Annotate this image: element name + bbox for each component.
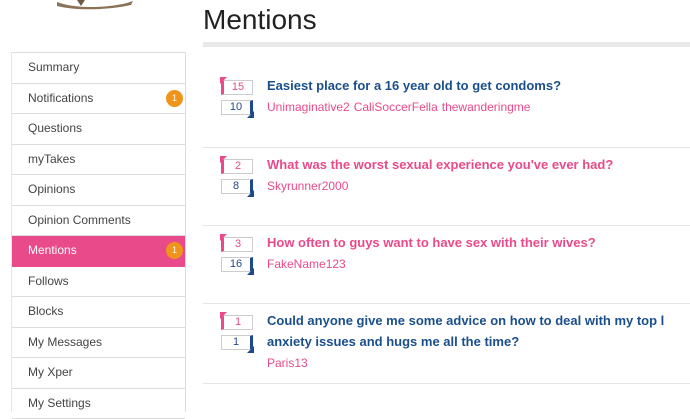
user-link[interactable]: FakeName123 (267, 257, 346, 271)
sidebar-item-label: Questions (28, 121, 82, 135)
mention-item: 15 10 Easiest place for a 16 year old to g… (203, 68, 690, 148)
sidebar-item-my-settings[interactable]: My Settings (12, 389, 185, 419)
mentioned-users: Skyrunner2000 (267, 179, 352, 193)
mentioned-users: Unimaginative2 CaliSoccerFella thewanderin… (267, 100, 534, 114)
sidebar-item-label: My Messages (28, 335, 102, 349)
sidebar-item-mentions[interactable]: Mentions 1 (12, 236, 185, 267)
sidebar-item-label: Notifications (28, 91, 93, 105)
user-link[interactable]: CaliSoccerFella (354, 100, 438, 114)
sidebar-item-opinions[interactable]: Opinions (12, 175, 185, 206)
sidebar-item-label: Summary (28, 60, 79, 74)
mention-item: 1 1 Could anyone give me some advice on ho… (203, 303, 690, 384)
user-link[interactable]: Skyrunner2000 (267, 179, 348, 193)
sidebar-item-my-messages[interactable]: My Messages (12, 328, 185, 359)
sidebar-item-label: My Settings (28, 396, 91, 410)
downvote-score[interactable]: 10 (221, 100, 253, 115)
sidebar-item-label: Mentions (28, 243, 77, 257)
count-badge: 1 (166, 90, 183, 107)
upvote-score[interactable]: 1 (221, 315, 253, 330)
mentioned-users: Paris13 (267, 356, 312, 370)
downvote-score[interactable]: 8 (221, 179, 253, 194)
user-link[interactable]: Unimaginative2 (267, 100, 350, 114)
mentioned-users: FakeName123 (267, 257, 350, 271)
question-title-link[interactable]: Easiest place for a 16 year old to get c… (267, 75, 561, 96)
user-link[interactable]: thewanderingme (442, 100, 531, 114)
question-title-link[interactable]: What was the worst sexual experience you… (267, 154, 613, 175)
sidebar-item-summary[interactable]: Summary (12, 53, 185, 84)
sidebar-item-label: My Xper (28, 365, 73, 379)
sidebar-item-follows[interactable]: Follows (12, 267, 185, 298)
sidebar-item-questions[interactable]: Questions (12, 114, 185, 145)
sidebar-right-border (185, 52, 186, 412)
user-link[interactable]: Paris13 (267, 356, 308, 370)
sidebar-item-my-xper[interactable]: My Xper (12, 358, 185, 389)
sidebar-item-label: Blocks (28, 304, 63, 318)
count-badge: 1 (166, 242, 183, 259)
mention-item: 3 16 How often to guys want to have sex wi… (203, 225, 690, 304)
downvote-score[interactable]: 16 (221, 257, 253, 272)
question-title-link[interactable]: Could anyone give me some advice on how … (267, 310, 664, 331)
sidebar-item-label: Opinion Comments (28, 213, 131, 227)
question-title-link[interactable]: How often to guys want to have sex with … (267, 232, 596, 253)
upvote-score[interactable]: 2 (221, 159, 253, 174)
sidebar-item-notifications[interactable]: Notifications 1 (12, 84, 185, 115)
sidebar-item-label: Follows (28, 274, 69, 288)
downvote-score[interactable]: 1 (221, 335, 253, 350)
sidebar-item-label: myTakes (28, 152, 75, 166)
bird-logo-icon[interactable] (47, 0, 137, 10)
title-divider (203, 42, 690, 47)
mention-item: 2 8 What was the worst sexual experience y… (203, 147, 690, 226)
sidebar-menu: Summary Notifications 1 Questions myTakes Opi… (12, 52, 185, 419)
sidebar-item-blocks[interactable]: Blocks (12, 297, 185, 328)
question-title-link[interactable]: anxiety issues and hugs me all the time? (267, 331, 519, 352)
sidebar-item-mytakes[interactable]: myTakes (12, 145, 185, 176)
sidebar-item-opinion-comments[interactable]: Opinion Comments (12, 206, 185, 237)
upvote-score[interactable]: 15 (221, 80, 253, 95)
upvote-score[interactable]: 3 (221, 237, 253, 252)
sidebar-item-label: Opinions (28, 182, 75, 196)
page-title: Mentions (203, 4, 317, 36)
